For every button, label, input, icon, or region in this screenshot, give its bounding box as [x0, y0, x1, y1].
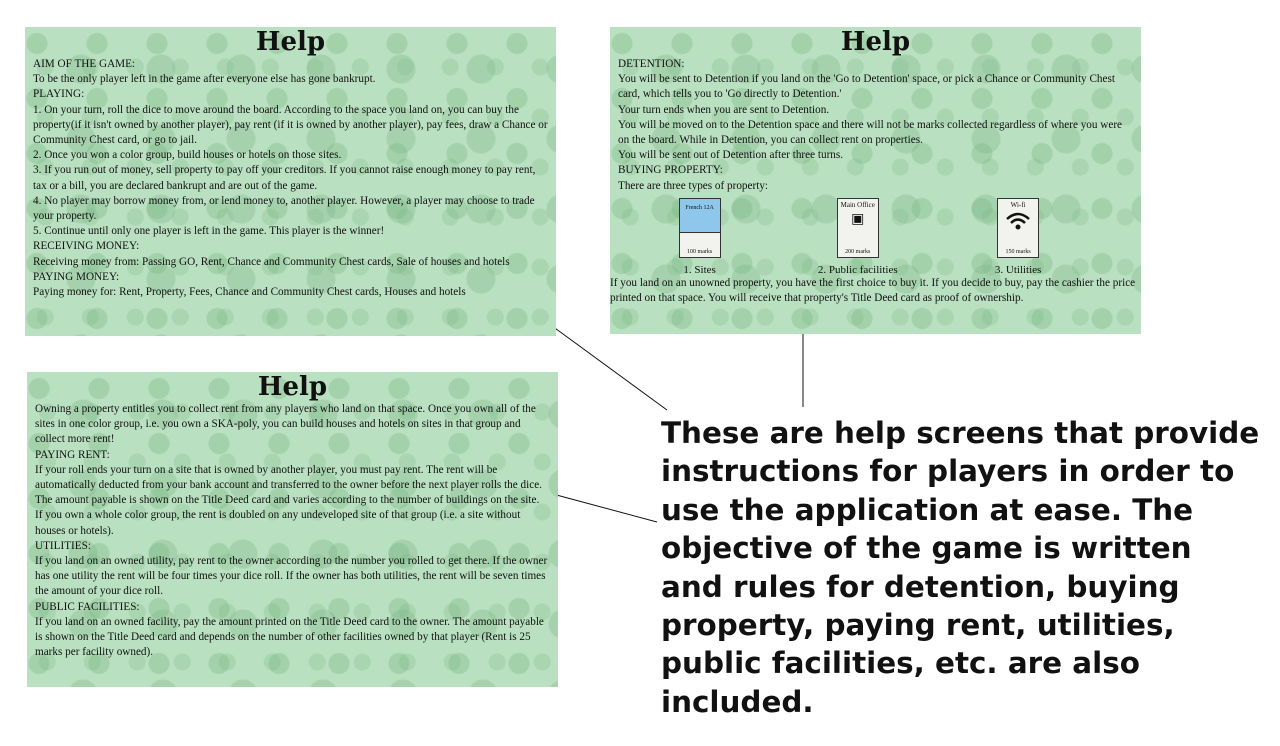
property-facility: Main Office ▣ 200 marks 2. Public facili… [817, 197, 898, 276]
site-card: French 12A 100 marks [678, 197, 721, 258]
wifi-icon [998, 211, 1038, 234]
heading-detention: DETENTION: [618, 58, 685, 70]
text-line: If your roll ends your turn on a site th… [35, 463, 542, 507]
help-title: Help [255, 27, 326, 57]
callout-line-3 [548, 492, 658, 523]
text-line: Owning a property entitles you to collec… [35, 403, 536, 446]
help-body: AIM OF THE GAME: To be the only player l… [25, 57, 556, 300]
heading-receiving: RECEIVING MONEY: [33, 240, 140, 253]
help-screen-aim: Help AIM OF THE GAME: To be the only pla… [25, 27, 556, 336]
text-line: 3. If you run out of money, sell propert… [33, 164, 536, 192]
description-caption: These are help screens that provide inst… [661, 416, 1260, 719]
card-top: Wi-fi [1010, 200, 1026, 209]
text-line: If you land on an owned facility, pay th… [35, 615, 544, 659]
text-line: 1. On your turn, roll the dice to move a… [33, 103, 548, 147]
text-line: 4. No player may borrow money from, or l… [33, 194, 535, 223]
property-types: French 12A 100 marks 1. Sites Main Offic… [630, 197, 1090, 276]
text-line: Receiving money from: Passing GO, Rent, … [33, 255, 510, 268]
heading-buying: BUYING PROPERTY: [618, 164, 723, 177]
text-line: Paying money for: Rent, Property, Fees, … [33, 286, 466, 299]
property-caption: 3. Utilities [994, 263, 1042, 276]
callout-line-1 [547, 322, 668, 411]
property-utility: Wi-fi 150 marks 3. Utilities [994, 197, 1042, 276]
heading-playing: PLAYING: [33, 88, 85, 101]
office-icon: ▣ [851, 211, 865, 227]
property-caption: 2. Public facilities [817, 263, 898, 276]
card-price: 200 marks [845, 248, 871, 255]
text-line: 2. Once you won a color group, build hou… [33, 149, 342, 162]
card-top: French 12A [679, 198, 720, 233]
help-screen-detention: Help DETENTION: You will be sent to Dete… [610, 27, 1141, 334]
text-line: If you land on an unowned property, you … [610, 276, 1136, 305]
text-line: If you land on an owned utility, pay ren… [35, 555, 548, 598]
facility-card: Main Office ▣ 200 marks [836, 197, 879, 258]
text-line: If you own a whole color group, the rent… [35, 509, 521, 537]
text-line: 5. Continue until only one player is lef… [33, 225, 385, 238]
heading-public-facilities: PUBLIC FACILITIES: [35, 600, 140, 613]
help-body: DETENTION: You will be sent to Detention… [610, 57, 1141, 194]
help-title: Help [840, 27, 911, 57]
text-line: You will be sent out of Detention after … [618, 149, 844, 162]
property-site: French 12A 100 marks 1. Sites [678, 197, 721, 276]
heading-paying: PAYING MONEY: [33, 270, 120, 283]
heading-paying-rent: PAYING RENT: [35, 448, 110, 461]
help-title: Help [257, 372, 328, 402]
help-screen-rent: Help Owning a property entitles you to c… [27, 372, 558, 687]
card-price: 150 marks [1005, 248, 1031, 255]
text-line: There are three types of property: [618, 179, 769, 192]
heading-aim: AIM OF THE GAME: [33, 58, 136, 70]
help-body: Owning a property entitles you to collec… [27, 402, 558, 660]
text-line: To be the only player left in the game a… [33, 73, 376, 86]
card-top: Main Office [840, 200, 875, 209]
property-caption: 1. Sites [683, 263, 716, 276]
card-price: 100 marks [687, 248, 713, 255]
help-body-after: If you land on an unowned property, you … [610, 276, 1141, 306]
text-line: You will be moved on to the Detention sp… [618, 118, 1123, 147]
text-line: You will be sent to Detention if you lan… [618, 73, 1115, 101]
text-line: Your turn ends when you are sent to Dete… [618, 103, 830, 116]
utility-card: Wi-fi 150 marks [997, 197, 1040, 258]
heading-utilities: UTILITIES: [35, 539, 91, 552]
